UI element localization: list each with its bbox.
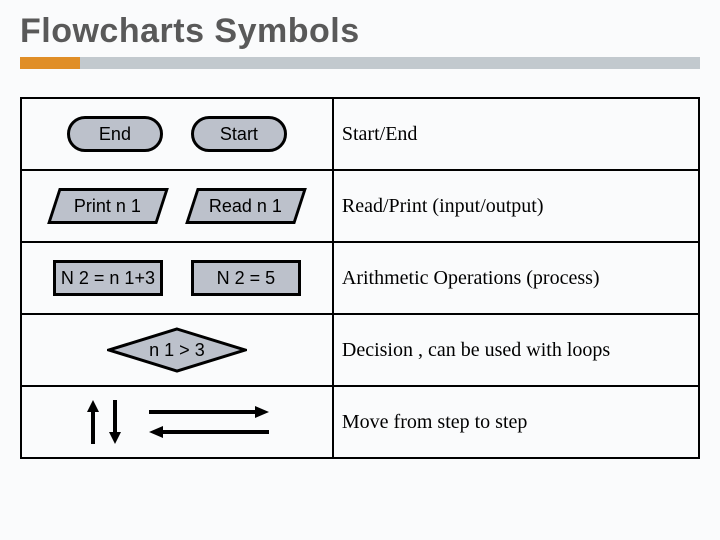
row-description: Arithmetic Operations (process) [333, 242, 699, 314]
shape-label: n 1 > 3 [149, 340, 205, 361]
arrow-right-icon [149, 405, 269, 419]
shape-label: N 2 = n 1+3 [61, 268, 155, 289]
io-shape: Read n 1 [185, 188, 307, 224]
shape-label: Print n 1 [74, 196, 141, 217]
vertical-arrows [85, 400, 123, 444]
arrow-up-icon [85, 400, 101, 444]
shape-label: N 2 = 5 [217, 268, 276, 289]
decision-shape: n 1 > 3 [107, 327, 247, 373]
row-description: Read/Print (input/output) [333, 170, 699, 242]
row-description: Start/End [333, 98, 699, 170]
symbols-table: End Start Start/End Print n 1 Read n 1 [20, 97, 700, 459]
slide-title: Flowcharts Symbols [20, 12, 700, 51]
table-row: N 2 = n 1+3 N 2 = 5 Arithmetic Operation… [21, 242, 699, 314]
arrow-left-icon [149, 425, 269, 439]
shape-label: End [99, 124, 131, 145]
terminator-shape: End [67, 116, 163, 152]
io-shape: Print n 1 [47, 188, 169, 224]
shape-label: Read n 1 [209, 196, 282, 217]
table-row: Move from step to step [21, 386, 699, 458]
horizontal-arrows [149, 405, 269, 439]
process-shape: N 2 = n 1+3 [53, 260, 163, 296]
row-description: Move from step to step [333, 386, 699, 458]
accent-bar [20, 57, 700, 69]
terminator-shape: Start [191, 116, 287, 152]
table-row: Print n 1 Read n 1 Read/Print (input/out… [21, 170, 699, 242]
process-shape: N 2 = 5 [191, 260, 301, 296]
table-row: n 1 > 3 Decision , can be used with loop… [21, 314, 699, 386]
row-description: Decision , can be used with loops [333, 314, 699, 386]
arrow-down-icon [107, 400, 123, 444]
shape-label: Start [220, 124, 258, 145]
table-row: End Start Start/End [21, 98, 699, 170]
